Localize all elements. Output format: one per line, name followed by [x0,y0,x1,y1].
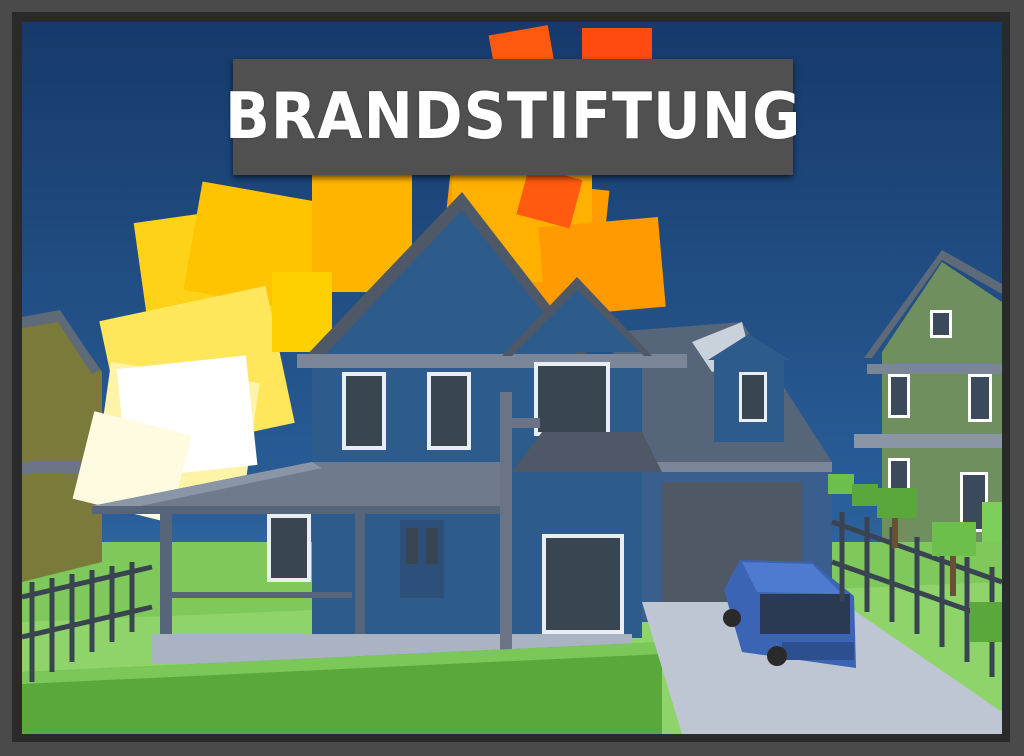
title-banner: BRANDSTIFTUNG [225,59,800,175]
title-text: BRANDSTIFTUNG [224,80,802,154]
screen-frame: BRANDSTIFTUNG [0,0,1024,756]
